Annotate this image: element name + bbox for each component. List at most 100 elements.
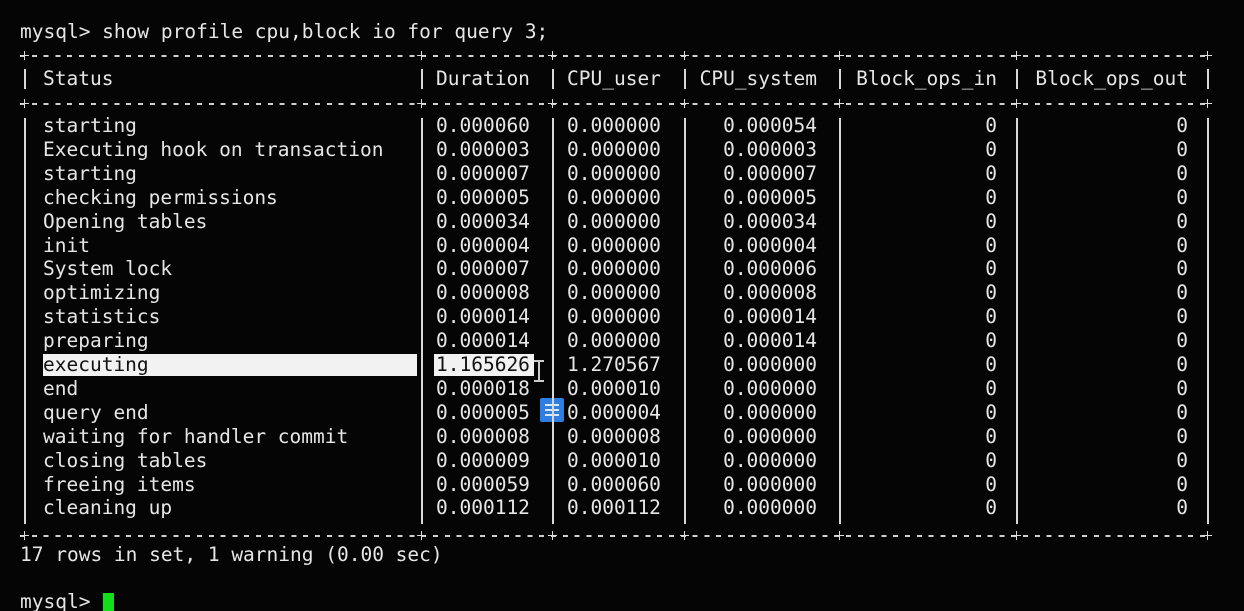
column-separator xyxy=(1016,69,1018,89)
border-plus-mark xyxy=(1012,51,1021,60)
table-cell: 0.000007 xyxy=(436,257,530,281)
table-cell: 0 xyxy=(1176,161,1188,185)
column-separator xyxy=(24,69,26,89)
table-cell: 0 xyxy=(985,209,997,233)
table-cell: 0.000005 xyxy=(723,185,817,209)
prompt: mysql> xyxy=(20,590,91,611)
table-cell: 0.000014 xyxy=(723,305,817,329)
table-cell: 0.000009 xyxy=(436,448,530,472)
table-cell: 0 xyxy=(985,353,997,376)
table-cell: 0.000005 xyxy=(436,400,530,424)
table-cell: 0.000000 xyxy=(723,424,817,448)
table-cell: 0 xyxy=(985,137,997,161)
table-cell: Executing hook on transaction xyxy=(43,137,384,161)
table-cell: 0 xyxy=(985,329,997,353)
table-cell: 0 xyxy=(985,472,997,496)
table-cell: 0.000010 xyxy=(567,448,661,472)
border-plus-mark xyxy=(835,531,844,540)
table-cell: 0 xyxy=(1176,353,1188,376)
table-cell: 0 xyxy=(1176,257,1188,281)
border-plus-mark xyxy=(20,51,29,60)
table-cell: starting xyxy=(43,161,137,185)
table-cell: 0.000018 xyxy=(436,376,530,400)
column-header: Block_ops_in xyxy=(856,67,997,90)
table-cell: 0.000008 xyxy=(723,281,817,305)
table-cell: 0 xyxy=(1176,376,1188,400)
table-cell: 0 xyxy=(985,257,997,281)
table-cell: 0 xyxy=(1176,209,1188,233)
column-separator xyxy=(1207,118,1209,524)
table-cell: 0.000000 xyxy=(567,185,661,209)
table-cell: 0 xyxy=(1176,472,1188,496)
table-cell: 0.000004 xyxy=(436,233,530,257)
table-cell: 0.000008 xyxy=(436,424,530,448)
table-cell: cleaning up xyxy=(43,496,173,520)
border-plus-mark xyxy=(417,51,426,60)
table-cell: 0 xyxy=(1176,496,1188,520)
table-cell: 0.000054 xyxy=(723,114,817,137)
column-separator xyxy=(552,118,554,524)
table-cell: freeing items xyxy=(43,472,196,496)
table-cell: checking permissions xyxy=(43,185,278,209)
table-cell: 0 xyxy=(1176,400,1188,424)
border-plus-mark xyxy=(20,99,29,108)
table-cell: 0.000000 xyxy=(723,448,817,472)
table-cell: 1.270567 xyxy=(567,353,661,376)
table-cell: 0 xyxy=(985,376,997,400)
column-header: Block_ops_out xyxy=(1035,67,1188,90)
table-cell: 0.000014 xyxy=(436,305,530,329)
command-line: mysql> show profile cpu,block io for que… xyxy=(20,20,549,43)
table-cell: 0 xyxy=(985,305,997,329)
border-plus-mark xyxy=(835,51,844,60)
table-cell: Opening tables xyxy=(43,209,208,233)
column-header: Duration xyxy=(436,67,530,90)
table-cell: 0.000006 xyxy=(723,257,817,281)
table-cell: starting xyxy=(43,114,137,137)
table-cell: 0.000000 xyxy=(567,257,661,281)
table-cell: 0.000000 xyxy=(723,400,817,424)
border-plus-mark xyxy=(1012,531,1021,540)
terminal-cursor[interactable] xyxy=(103,593,114,611)
border-plus-mark xyxy=(548,531,557,540)
table-cell: 0 xyxy=(1176,185,1188,209)
border-plus-mark xyxy=(680,531,689,540)
column-header: CPU_system xyxy=(699,67,817,90)
table-cell: 0.000004 xyxy=(723,233,817,257)
table-cell: 0.000000 xyxy=(567,209,661,233)
column-separator xyxy=(684,118,686,524)
column-separator xyxy=(839,69,841,89)
border-plus-mark xyxy=(417,531,426,540)
table-cell: statistics xyxy=(43,305,161,329)
border-plus-mark xyxy=(680,51,689,60)
border-plus-mark xyxy=(417,99,426,108)
table-cell: 0.000014 xyxy=(723,329,817,353)
table-cell: 0.000000 xyxy=(723,376,817,400)
table-cell: 0 xyxy=(985,161,997,185)
table-border-header xyxy=(20,103,1210,105)
table-cell: 0.000000 xyxy=(723,353,817,376)
border-plus-mark xyxy=(680,99,689,108)
border-plus-mark xyxy=(835,99,844,108)
table-cell: 0.000034 xyxy=(436,209,530,233)
table-cell: waiting for handler commit xyxy=(43,424,349,448)
table-cell: 0 xyxy=(1176,233,1188,257)
result-summary: 17 rows in set, 1 warning (0.00 sec) xyxy=(20,543,443,566)
table-cell: 0.000060 xyxy=(567,472,661,496)
column-separator xyxy=(1207,69,1209,89)
border-plus-mark xyxy=(548,51,557,60)
table-cell: 0.000000 xyxy=(723,472,817,496)
column-separator xyxy=(552,69,554,89)
table-cell: 0.000014 xyxy=(436,329,530,353)
table-cell: optimizing xyxy=(43,281,161,305)
column-header: CPU_user xyxy=(567,67,661,90)
table-cell: 0 xyxy=(1176,137,1188,161)
table-cell: 0.000060 xyxy=(436,114,530,137)
table-cell: 0.000008 xyxy=(436,281,530,305)
column-header: Status xyxy=(43,67,114,90)
column-separator xyxy=(24,118,26,524)
terminal-window[interactable]: mysql> show profile cpu,block io for que… xyxy=(0,0,1244,611)
table-cell: 1.165626 xyxy=(436,353,530,376)
table-cell: 0.000003 xyxy=(436,137,530,161)
column-separator xyxy=(421,118,423,524)
table-cell: 0 xyxy=(985,400,997,424)
